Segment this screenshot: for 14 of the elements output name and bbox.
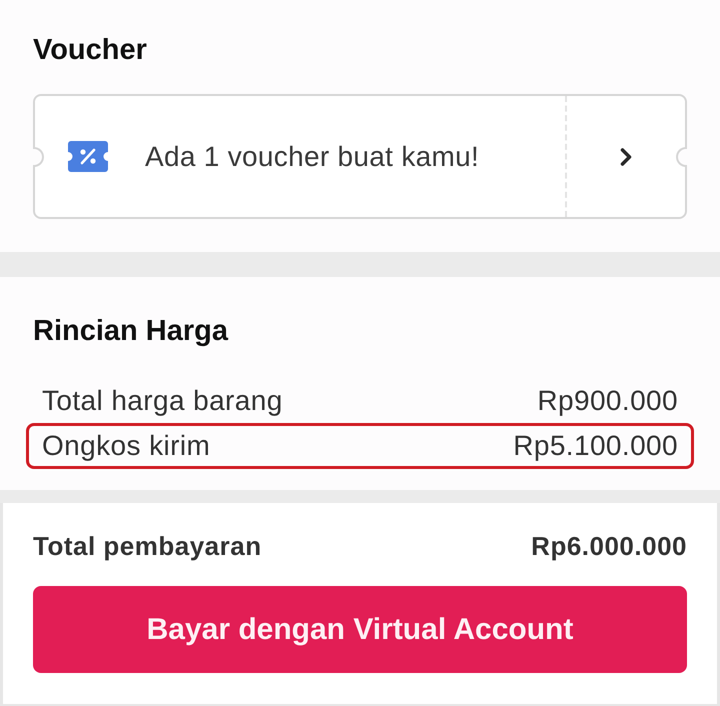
pay-button[interactable]: Bayar dengan Virtual Account [33, 586, 687, 673]
total-value: Rp6.000.000 [531, 530, 687, 562]
price-label: Ongkos kirim [42, 429, 210, 463]
price-label: Total harga barang [42, 384, 283, 418]
ticket-notch-icon [33, 147, 44, 167]
ticket-notch-icon [676, 147, 687, 167]
price-value: Rp900.000 [537, 384, 678, 418]
voucher-message: Ada 1 voucher buat kamu! [145, 140, 480, 174]
section-title: Rincian Harga [32, 314, 230, 348]
section-title: Voucher [33, 33, 147, 67]
total-label: Total pembayaran [33, 530, 262, 562]
price-value: Rp5.100.000 [513, 429, 678, 463]
voucher-card[interactable]: Ada 1 voucher buat kamu! [33, 94, 687, 219]
discount-ticket-icon [68, 141, 108, 172]
